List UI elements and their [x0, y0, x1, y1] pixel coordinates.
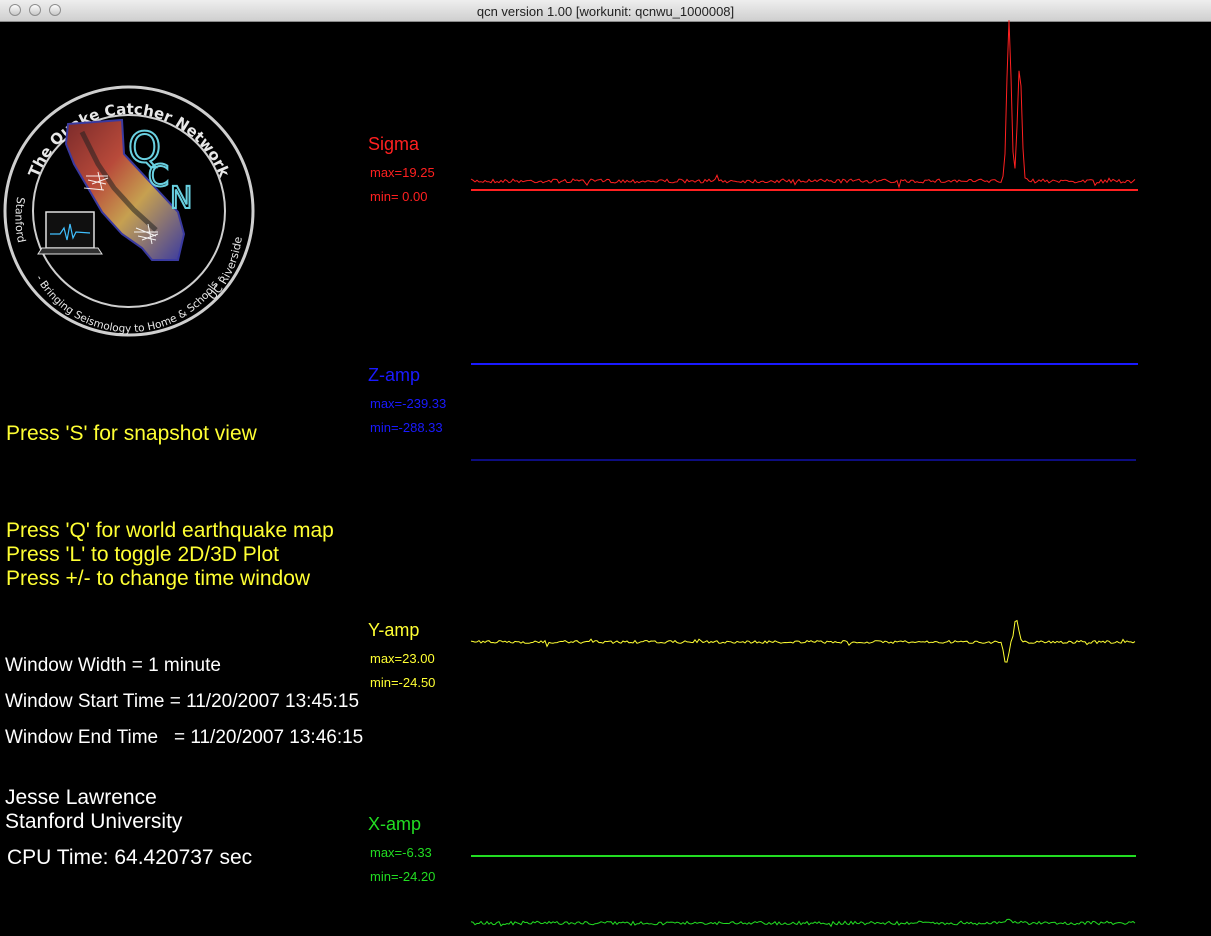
seismograph-traces: [470, 20, 1138, 928]
y-amp-trace: [470, 619, 1136, 663]
x-amp-trace: [470, 855, 1136, 928]
z-amp-trace: [471, 363, 1138, 461]
sigma-signal: [470, 20, 1136, 189]
y-amp-signal: [470, 619, 1136, 663]
sigma-trace: [470, 20, 1138, 191]
x-amp-signal: [470, 918, 1136, 928]
